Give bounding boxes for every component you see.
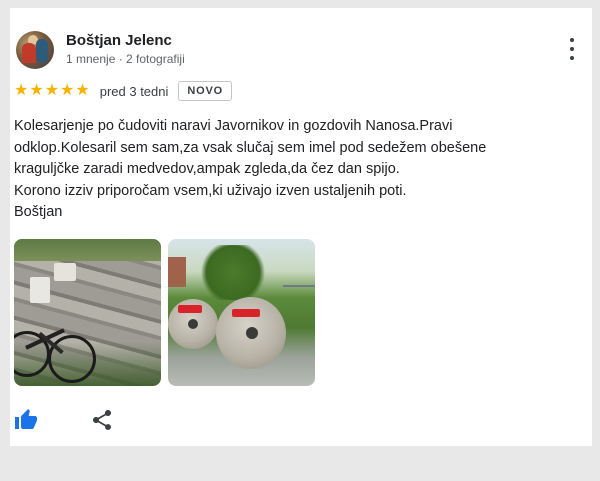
review-text: Kolesarjenje po čudoviti naravi Javornik… [14, 116, 574, 224]
thumb-up-icon[interactable] [14, 408, 38, 432]
star-icon: ★ [60, 82, 75, 99]
author-avatar[interactable] [16, 31, 54, 69]
review-text-line: kraguljčke zaradi medvedov,ampak zgleda,… [14, 161, 400, 177]
review-photos [14, 239, 315, 386]
review-text-line: Kolesarjenje po čudoviti naravi Javornik… [14, 118, 453, 134]
star-icon: ★ [75, 82, 90, 99]
star-icon: ★ [29, 82, 44, 99]
share-icon[interactable] [90, 408, 114, 432]
star-icon: ★ [44, 82, 60, 99]
new-badge: NOVO [178, 81, 232, 101]
star-icon: ★ [14, 82, 29, 99]
author-name[interactable]: Boštjan Jelenc [66, 32, 172, 49]
author-meta: 1 mnenje · 2 fotografiji [66, 52, 185, 66]
more-options-button[interactable] [564, 38, 580, 60]
rating-row: ★ ★ ★ ★ ★ pred 3 tedni NOVO [14, 81, 232, 101]
review-actions [14, 408, 114, 432]
review-text-line: Boštjan [14, 204, 63, 220]
review-text-line: odklop.Kolesaril sem sam,za vsak slučaj … [14, 139, 487, 156]
review-photo-millstones[interactable] [168, 239, 315, 386]
review-time: pred 3 tedni [99, 83, 169, 99]
review-text-line: Korono izziv priporočam vsem,ki uživajo … [14, 182, 407, 199]
star-rating: ★ ★ ★ ★ ★ [14, 83, 90, 99]
review-photo-bike-wall[interactable] [14, 239, 161, 386]
more-vert-icon [570, 38, 574, 42]
review-card: Boštjan Jelenc 1 mnenje · 2 fotografiji … [10, 8, 592, 446]
